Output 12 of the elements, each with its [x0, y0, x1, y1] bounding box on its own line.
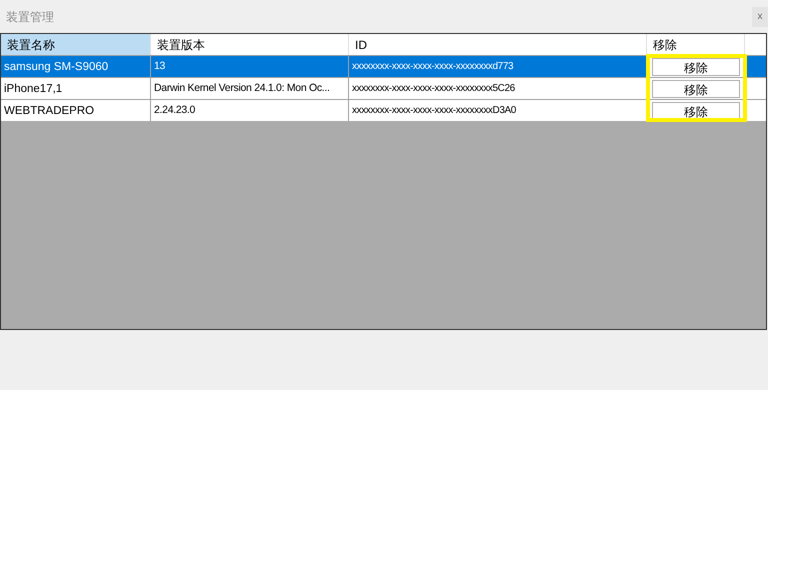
- table-cell: WEBTRADEPRO: [1, 100, 151, 121]
- column-header[interactable]: 装置名称: [1, 34, 151, 55]
- remove-button[interactable]: 移除: [652, 80, 740, 98]
- table-row[interactable]: WEBTRADEPRO 2.24.23.0 xxxxxxxx-xxxx-xxxx-xxxx-xxxxxxxxD3A0 移除: [1, 99, 766, 121]
- close-button[interactable]: x: [752, 6, 768, 26]
- remove-button[interactable]: 移除: [652, 58, 740, 76]
- table-cell: 2.24.23.0: [151, 100, 349, 121]
- remove-button[interactable]: 移除: [652, 102, 740, 120]
- window-title: 装置管理: [6, 8, 54, 26]
- table-cell: xxxxxxxx-xxxx-xxxx-xxxx-xxxxxxxxD3A0: [349, 100, 647, 121]
- table-row[interactable]: iPhone17,1 Darwin Kernel Version 24.1.0: Mon Oc... xxxxxxxx-xxxx-xxxx-xxxx-xxxxxxxx5C26 移除: [1, 77, 766, 99]
- table-row[interactable]: samsung SM-S9060 13 xxxxxxxx-xxxx-xxxx-xxxx-xxxxxxxxd773 移除: [1, 55, 766, 77]
